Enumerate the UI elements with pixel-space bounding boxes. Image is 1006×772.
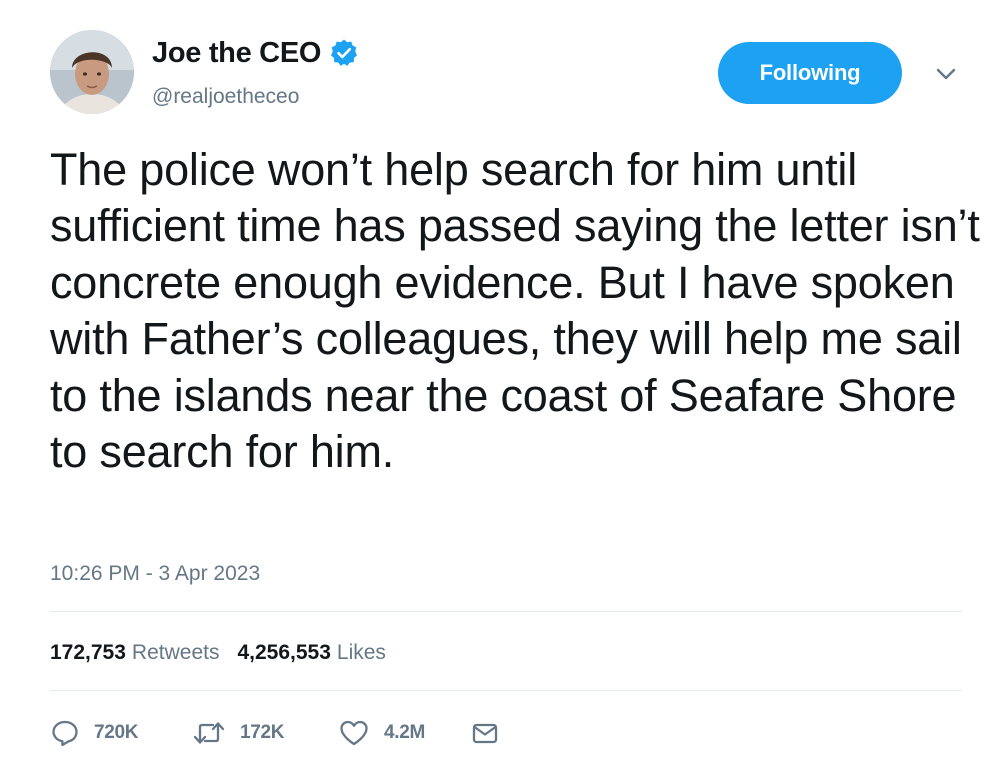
divider xyxy=(50,690,962,691)
retweets-stat[interactable]: 172,753 Retweets xyxy=(50,638,219,668)
tweet-actions: 720K 172K 4.2M xyxy=(50,716,500,750)
direct-message-button[interactable] xyxy=(470,718,500,748)
retweets-label: Retweets xyxy=(131,641,220,664)
author-handle[interactable]: @realjoetheceo xyxy=(152,84,299,110)
verified-badge-icon xyxy=(329,38,359,68)
likes-label: Likes xyxy=(336,641,386,664)
divider xyxy=(50,611,962,612)
author-name-row: Joe the CEO xyxy=(152,36,359,70)
display-name[interactable]: Joe the CEO xyxy=(152,36,321,70)
reply-button[interactable]: 720K xyxy=(50,718,192,748)
retweet-icon xyxy=(192,718,226,748)
retweets-count: 172,753 xyxy=(50,641,126,664)
following-button[interactable]: Following xyxy=(718,42,902,104)
chevron-down-icon[interactable] xyxy=(932,62,960,86)
heart-icon xyxy=(338,718,370,748)
engagement-stats: 172,753 Retweets 4,256,553 Likes xyxy=(50,638,404,668)
reply-count: 720K xyxy=(94,722,139,743)
likes-count: 4,256,553 xyxy=(237,641,331,664)
avatar[interactable] xyxy=(50,30,134,114)
like-button[interactable]: 4.2M xyxy=(338,718,470,748)
envelope-icon xyxy=(470,718,500,748)
like-count: 4.2M xyxy=(384,722,426,743)
tweet-timestamp[interactable]: 10:26 PM - 3 Apr 2023 xyxy=(50,560,260,588)
retweet-button[interactable]: 172K xyxy=(192,718,338,748)
tweet-card: Joe the CEO @realjoetheceo Following The… xyxy=(0,0,1006,772)
likes-stat[interactable]: 4,256,553 Likes xyxy=(237,638,385,668)
tweet-text: The police won’t help search for him unt… xyxy=(50,144,980,478)
reply-icon xyxy=(50,718,80,748)
retweet-count: 172K xyxy=(240,722,285,743)
